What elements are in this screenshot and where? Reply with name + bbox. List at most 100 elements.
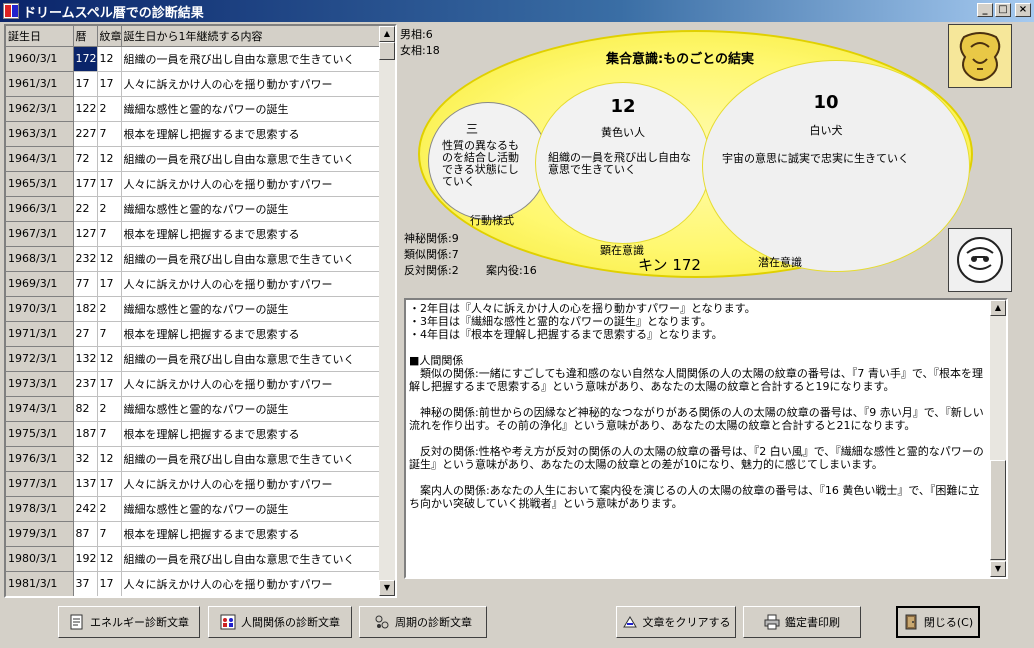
row-content[interactable]: 根本を理解し把握するまで思索する [121, 121, 382, 147]
row-seal[interactable]: 17 [97, 71, 122, 97]
row-kin[interactable]: 17 [73, 71, 98, 97]
row-seal[interactable]: 2 [97, 196, 122, 222]
table-row[interactable]: 1976/3/1 32 12 組織の一員を飛び出し自由な意思で生きていく [6, 446, 382, 472]
table-row[interactable]: 1974/3/1 82 2 繊細な感性と霊的なパワーの誕生 [6, 396, 382, 422]
row-content[interactable]: 組織の一員を飛び出し自由な意思で生きていく [121, 546, 382, 572]
col-header-content[interactable]: 誕生日から1年継続する内容 [121, 26, 382, 47]
scroll-up-arrow-icon[interactable]: ▲ [379, 26, 395, 42]
close-window-button[interactable]: × [1015, 3, 1031, 17]
row-seal[interactable]: 2 [97, 496, 122, 522]
table-scrollbar[interactable]: ▲ ▼ [379, 26, 395, 596]
table-row[interactable]: 1969/3/1 77 17 人々に訴えかけ人の心を揺り動かすパワー [6, 271, 382, 297]
row-kin[interactable]: 172 [73, 46, 98, 72]
row-seal[interactable]: 12 [97, 46, 122, 72]
table-row[interactable]: 1981/3/1 37 17 人々に訴えかけ人の心を揺り動かすパワー [6, 571, 382, 596]
row-seal[interactable]: 7 [97, 221, 122, 247]
row-birthday[interactable]: 1975/3/1 [6, 421, 74, 447]
table-row[interactable]: 1973/3/1 237 17 人々に訴えかけ人の心を揺り動かすパワー [6, 371, 382, 397]
row-seal[interactable]: 7 [97, 521, 122, 547]
row-birthday[interactable]: 1966/3/1 [6, 196, 74, 222]
row-kin[interactable]: 27 [73, 321, 98, 347]
row-content[interactable]: 人々に訴えかけ人の心を揺り動かすパワー [121, 571, 382, 596]
row-birthday[interactable]: 1969/3/1 [6, 271, 74, 297]
row-content[interactable]: 人々に訴えかけ人の心を揺り動かすパワー [121, 371, 382, 397]
table-row[interactable]: 1970/3/1 182 2 繊細な感性と霊的なパワーの誕生 [6, 296, 382, 322]
row-kin[interactable]: 177 [73, 171, 98, 197]
row-birthday[interactable]: 1976/3/1 [6, 446, 74, 472]
row-birthday[interactable]: 1967/3/1 [6, 221, 74, 247]
row-kin[interactable]: 182 [73, 296, 98, 322]
row-birthday[interactable]: 1962/3/1 [6, 96, 74, 122]
text-scroll-thumb[interactable] [990, 460, 1006, 560]
row-seal[interactable]: 17 [97, 271, 122, 297]
row-content[interactable]: 繊細な感性と霊的なパワーの誕生 [121, 396, 382, 422]
row-kin[interactable]: 192 [73, 546, 98, 572]
row-birthday[interactable]: 1978/3/1 [6, 496, 74, 522]
row-seal[interactable]: 7 [97, 121, 122, 147]
relations-diagnosis-button[interactable]: 人間関係の診断文章 [208, 606, 352, 638]
row-birthday[interactable]: 1964/3/1 [6, 146, 74, 172]
cycle-diagnosis-button[interactable]: 周期の診断文章 [359, 606, 487, 638]
table-row[interactable]: 1972/3/1 132 12 組織の一員を飛び出し自由な意思で生きていく [6, 346, 382, 372]
table-row[interactable]: 1971/3/1 27 7 根本を理解し把握するまで思索する [6, 321, 382, 347]
row-content[interactable]: 根本を理解し把握するまで思索する [121, 421, 382, 447]
table-row[interactable]: 1963/3/1 227 7 根本を理解し把握するまで思索する [6, 121, 382, 147]
table-row[interactable]: 1968/3/1 232 12 組織の一員を飛び出し自由な意思で生きていく [6, 246, 382, 272]
row-birthday[interactable]: 1970/3/1 [6, 296, 74, 322]
row-kin[interactable]: 187 [73, 421, 98, 447]
row-content[interactable]: 組織の一員を飛び出し自由な意思で生きていく [121, 246, 382, 272]
table-row[interactable]: 1961/3/1 17 17 人々に訴えかけ人の心を揺り動かすパワー [6, 71, 382, 97]
print-button[interactable]: 鑑定書印刷 [743, 606, 861, 638]
close-button[interactable]: 閉じる(C) [896, 606, 980, 638]
scroll-down-arrow-icon[interactable]: ▼ [379, 580, 395, 596]
row-content[interactable]: 繊細な感性と霊的なパワーの誕生 [121, 96, 382, 122]
row-kin[interactable]: 232 [73, 246, 98, 272]
row-birthday[interactable]: 1960/3/1 [6, 46, 74, 72]
row-seal[interactable]: 2 [97, 96, 122, 122]
row-seal[interactable]: 12 [97, 346, 122, 372]
row-seal[interactable]: 17 [97, 471, 122, 497]
row-birthday[interactable]: 1968/3/1 [6, 246, 74, 272]
text-scrollbar[interactable]: ▲ ▼ [990, 300, 1006, 577]
table-row[interactable]: 1975/3/1 187 7 根本を理解し把握するまで思索する [6, 421, 382, 447]
row-kin[interactable]: 137 [73, 471, 98, 497]
row-kin[interactable]: 242 [73, 496, 98, 522]
row-birthday[interactable]: 1979/3/1 [6, 521, 74, 547]
row-seal[interactable]: 17 [97, 171, 122, 197]
row-seal[interactable]: 2 [97, 296, 122, 322]
row-content[interactable]: 繊細な感性と霊的なパワーの誕生 [121, 296, 382, 322]
row-kin[interactable]: 32 [73, 446, 98, 472]
row-birthday[interactable]: 1971/3/1 [6, 321, 74, 347]
maximize-button[interactable]: □ [995, 3, 1011, 17]
row-birthday[interactable]: 1974/3/1 [6, 396, 74, 422]
row-seal[interactable]: 17 [97, 571, 122, 596]
row-kin[interactable]: 37 [73, 571, 98, 596]
row-kin[interactable]: 22 [73, 196, 98, 222]
table-row[interactable]: 1980/3/1 192 12 組織の一員を飛び出し自由な意思で生きていく [6, 546, 382, 572]
row-kin[interactable]: 127 [73, 221, 98, 247]
row-birthday[interactable]: 1973/3/1 [6, 371, 74, 397]
row-content[interactable]: 根本を理解し把握するまで思索する [121, 521, 382, 547]
row-kin[interactable]: 237 [73, 371, 98, 397]
row-birthday[interactable]: 1961/3/1 [6, 71, 74, 97]
row-content[interactable]: 人々に訴えかけ人の心を揺り動かすパワー [121, 271, 382, 297]
row-birthday[interactable]: 1972/3/1 [6, 346, 74, 372]
row-kin[interactable]: 72 [73, 146, 98, 172]
row-seal[interactable]: 7 [97, 321, 122, 347]
row-seal[interactable]: 12 [97, 146, 122, 172]
row-kin[interactable]: 82 [73, 396, 98, 422]
row-seal[interactable]: 2 [97, 396, 122, 422]
minimize-button[interactable]: _ [977, 3, 993, 17]
row-content[interactable]: 組織の一員を飛び出し自由な意思で生きていく [121, 446, 382, 472]
row-birthday[interactable]: 1963/3/1 [6, 121, 74, 147]
col-header-seal[interactable]: 紋章 [97, 26, 122, 47]
row-content[interactable]: 人々に訴えかけ人の心を揺り動かすパワー [121, 471, 382, 497]
table-row[interactable]: 1979/3/1 87 7 根本を理解し把握するまで思索する [6, 521, 382, 547]
row-kin[interactable]: 77 [73, 271, 98, 297]
table-row[interactable]: 1966/3/1 22 2 繊細な感性と霊的なパワーの誕生 [6, 196, 382, 222]
scroll-thumb[interactable] [379, 42, 395, 60]
table-row[interactable]: 1960/3/1 172 12 組織の一員を飛び出し自由な意思で生きていく [6, 46, 382, 72]
row-content[interactable]: 組織の一員を飛び出し自由な意思で生きていく [121, 46, 382, 72]
table-row[interactable]: 1978/3/1 242 2 繊細な感性と霊的なパワーの誕生 [6, 496, 382, 522]
table-row[interactable]: 1967/3/1 127 7 根本を理解し把握するまで思索する [6, 221, 382, 247]
